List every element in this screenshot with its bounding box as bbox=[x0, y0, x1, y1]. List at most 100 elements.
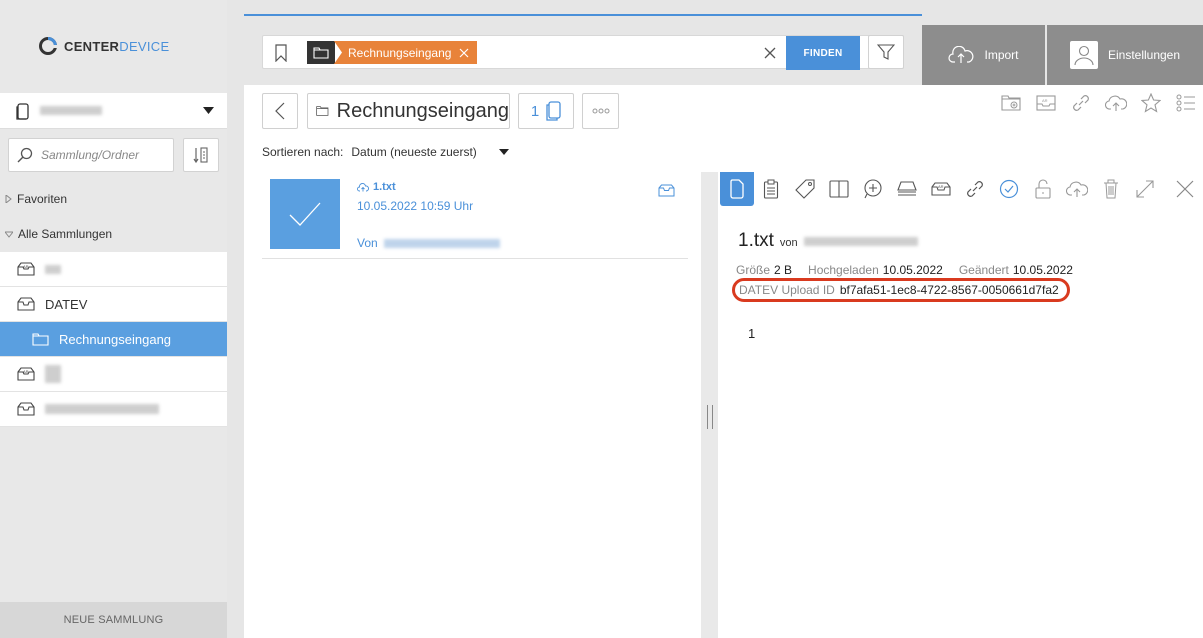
document-name-label: 1.txt bbox=[373, 181, 396, 193]
progress-line bbox=[244, 14, 922, 16]
sort-value[interactable]: Datum (neueste zuerst) bbox=[351, 145, 476, 159]
collection-item[interactable]: AR bbox=[0, 252, 227, 287]
filter-icon bbox=[877, 44, 895, 60]
unlock-button[interactable] bbox=[1026, 172, 1060, 206]
back-button[interactable] bbox=[262, 93, 298, 129]
document-icon bbox=[730, 179, 744, 199]
new-collection-button[interactable]: NEUE SAMMLUNG bbox=[0, 602, 227, 638]
upload-version-button[interactable] bbox=[1060, 172, 1094, 206]
bookmark-icon[interactable] bbox=[274, 44, 288, 62]
list-item[interactable]: 1.txt 10.05.2022 10:59 Uhr Von bbox=[262, 172, 688, 259]
book-view-button[interactable] bbox=[822, 172, 856, 206]
collection-label: Rechnungseingang bbox=[59, 331, 172, 347]
user-icon bbox=[1074, 45, 1094, 66]
centerdevice-logo-icon bbox=[39, 37, 58, 55]
import-button[interactable]: Import bbox=[922, 25, 1045, 85]
document-date: 10.05.2022 10:59 Uhr bbox=[357, 199, 474, 213]
search-tag-label: Rechnungseingang bbox=[348, 45, 452, 60]
all-collections-toggle[interactable]: Alle Sammlungen bbox=[0, 217, 227, 251]
list-view-button[interactable] bbox=[1172, 92, 1200, 114]
size-label: Größe bbox=[736, 263, 771, 277]
trash-icon bbox=[1104, 179, 1118, 199]
changed-value: 10.05.2022 bbox=[1012, 263, 1073, 277]
splitter-grip-icon[interactable] bbox=[707, 405, 713, 429]
inbox-icon bbox=[17, 297, 35, 311]
document-thumbnail[interactable] bbox=[270, 179, 340, 249]
share-collection-button[interactable]: AR bbox=[924, 172, 958, 206]
archive-button[interactable] bbox=[890, 172, 924, 206]
search-icon bbox=[17, 147, 33, 163]
sort-label: Sortieren nach: bbox=[262, 145, 344, 159]
document-view-tab[interactable] bbox=[720, 172, 754, 206]
folder-icon bbox=[307, 41, 335, 64]
search-tag[interactable]: Rechnungseingang bbox=[307, 41, 478, 64]
history-button[interactable] bbox=[992, 172, 1026, 206]
collection-item-datev[interactable]: DATEV bbox=[0, 287, 227, 322]
documents-icon bbox=[546, 101, 561, 121]
chevron-left-icon bbox=[275, 102, 285, 120]
all-collections-label: Alle Sammlungen bbox=[18, 227, 113, 241]
favorite-button[interactable] bbox=[1137, 92, 1165, 114]
new-collection-label: NEUE SAMMLUNG bbox=[63, 614, 164, 626]
sort-icon bbox=[193, 147, 208, 164]
uploader-name-redacted bbox=[803, 236, 918, 246]
collection-name-redacted bbox=[45, 365, 61, 383]
folder-icon bbox=[316, 106, 329, 116]
account-selector[interactable] bbox=[0, 93, 227, 129]
unlock-icon bbox=[1035, 179, 1051, 199]
uploaded-label: Hochgeladen bbox=[808, 263, 879, 277]
shared-inbox-icon: AR bbox=[931, 182, 951, 196]
document-sender: Von bbox=[357, 236, 500, 250]
logo-text-secondary: DEVICE bbox=[119, 38, 170, 54]
chevron-down-icon[interactable] bbox=[498, 149, 509, 155]
chevron-down-icon bbox=[5, 231, 13, 238]
collection-item-rechnungseingang[interactable]: Rechnungseingang bbox=[0, 322, 227, 357]
settings-label: Einstellungen bbox=[1107, 48, 1181, 62]
sort-row[interactable]: Sortieren nach: Datum (neueste zuerst) bbox=[262, 145, 509, 159]
uploaded-value: 10.05.2022 bbox=[882, 263, 943, 277]
cloud-upload-icon bbox=[1066, 181, 1088, 197]
delete-button[interactable] bbox=[1094, 172, 1128, 206]
upload-button[interactable] bbox=[1102, 92, 1130, 114]
remove-tag-icon[interactable] bbox=[459, 48, 469, 58]
find-button[interactable]: FINDEN bbox=[786, 36, 860, 70]
favorites-toggle[interactable]: Favoriten bbox=[0, 182, 227, 216]
current-folder-title[interactable]: Rechnungseingang bbox=[307, 93, 510, 129]
collection-item[interactable] bbox=[0, 392, 227, 427]
zoom-in-button[interactable] bbox=[856, 172, 890, 206]
svg-text:AR: AR bbox=[23, 264, 29, 269]
collection-label: DATEV bbox=[45, 296, 88, 312]
checkmark-icon bbox=[289, 202, 321, 226]
more-icon bbox=[592, 108, 609, 114]
document-name[interactable]: 1.txt bbox=[357, 181, 396, 193]
filter-button[interactable] bbox=[868, 35, 904, 69]
expand-button[interactable] bbox=[1128, 172, 1162, 206]
collection-search-input[interactable]: Sammlung/Ordner bbox=[8, 138, 174, 172]
clear-search-icon[interactable] bbox=[764, 47, 776, 59]
close-viewer-button[interactable] bbox=[1168, 172, 1202, 206]
sidebar: CENTER DEVICE Sammlung/Ordner Favoriten A… bbox=[0, 0, 227, 638]
close-icon bbox=[1176, 180, 1194, 198]
clipboard-button[interactable] bbox=[754, 172, 788, 206]
viewer-title: 1.txt von bbox=[738, 230, 918, 252]
list-view-icon bbox=[1176, 94, 1195, 112]
search-field[interactable]: Rechnungseingang FINDEN bbox=[262, 35, 904, 70]
more-options-button[interactable] bbox=[582, 93, 619, 129]
link-button[interactable] bbox=[958, 172, 992, 206]
document-count-button[interactable]: 1 bbox=[518, 93, 574, 129]
link-button[interactable] bbox=[1067, 92, 1095, 114]
collection-search-placeholder: Sammlung/Ordner bbox=[41, 148, 140, 162]
datev-upload-id-value: bf7afa51-1ec8-4722-8567-0050661d7fa2 bbox=[839, 283, 1059, 297]
sort-collections-button[interactable] bbox=[183, 138, 219, 172]
settings-button[interactable]: Einstellungen bbox=[1047, 25, 1203, 85]
collection-name-redacted bbox=[45, 264, 61, 274]
shared-collection-button[interactable]: AR bbox=[1032, 92, 1060, 114]
new-folder-button[interactable] bbox=[997, 92, 1025, 114]
by-label: von bbox=[779, 237, 798, 249]
chevron-down-icon bbox=[203, 107, 214, 114]
collection-item[interactable]: AR bbox=[0, 357, 227, 392]
link-icon bbox=[1073, 95, 1089, 111]
tag-button[interactable] bbox=[788, 172, 822, 206]
sender-label: Von bbox=[357, 236, 378, 250]
logo[interactable]: CENTER DEVICE bbox=[38, 36, 169, 56]
